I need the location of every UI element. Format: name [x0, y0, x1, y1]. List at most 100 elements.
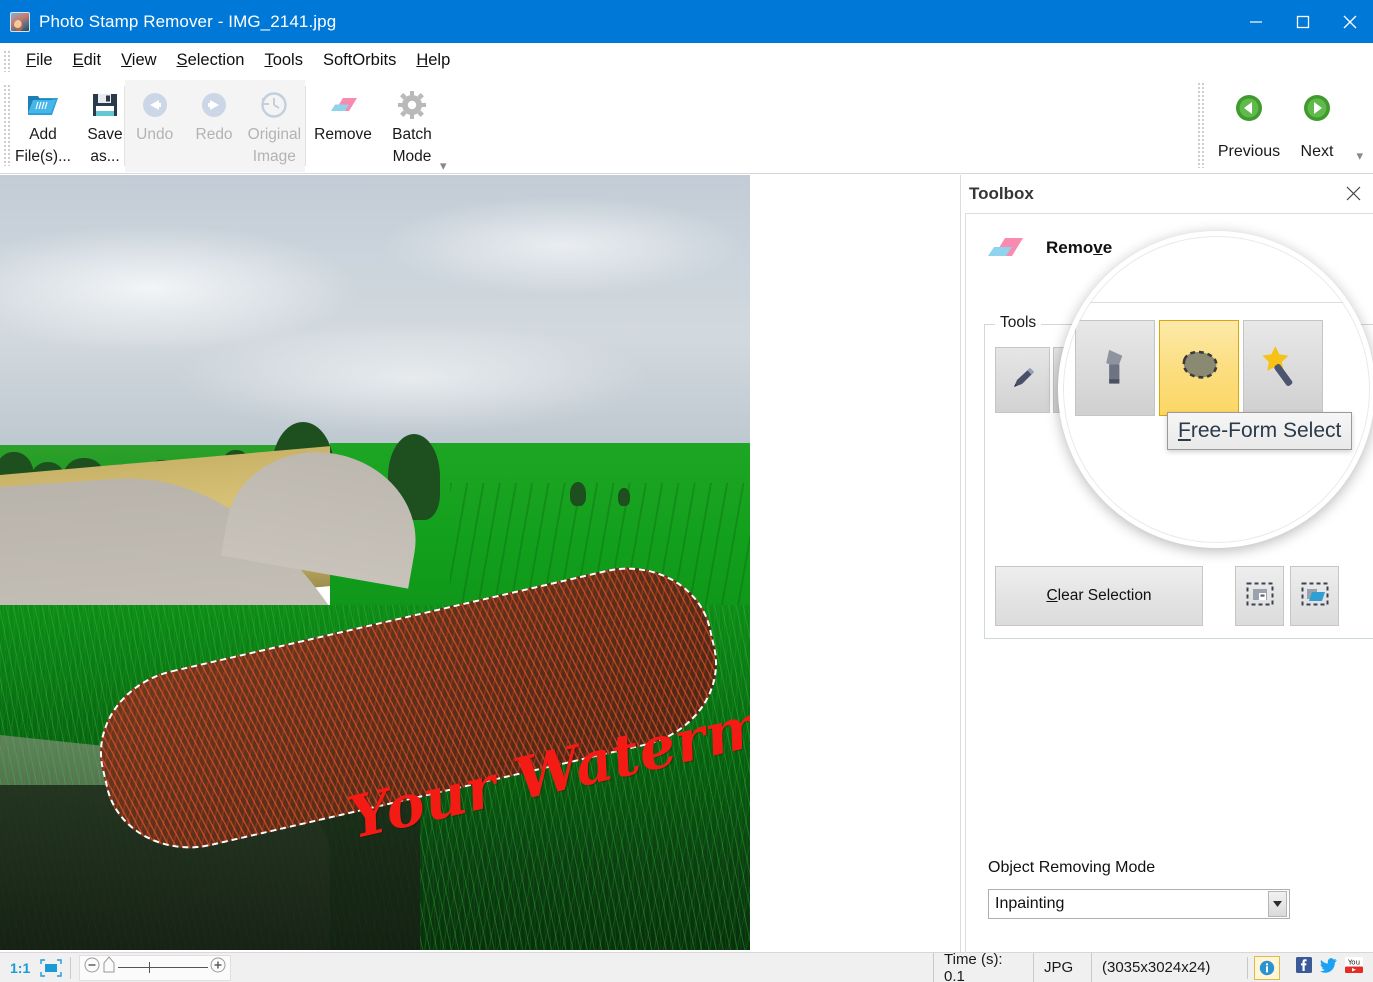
eraser-icon [982, 230, 1026, 266]
tool-tooltip: Free-Form Select [1167, 412, 1353, 450]
status-divider-2 [1247, 956, 1248, 979]
clear-selection-button[interactable]: Clear Selection [995, 566, 1203, 626]
menu-item-view[interactable]: View [111, 48, 166, 73]
magnified-group-border [1063, 302, 1370, 303]
object-removing-mode-select[interactable]: Inpainting [988, 889, 1290, 919]
floppy-save-icon [91, 88, 119, 122]
toolbox-title: Toolbox [969, 184, 1034, 203]
social-links: You [1286, 957, 1373, 978]
menu-item-softorbits[interactable]: SoftOrbits [313, 48, 406, 73]
load-selection-icon [1301, 582, 1329, 611]
load-selection-button[interactable] [1290, 566, 1339, 626]
previous-button[interactable]: Previous [1215, 82, 1283, 168]
youtube-icon[interactable]: You [1345, 957, 1363, 978]
app-photo-icon [10, 11, 30, 32]
nav-overflow-icon[interactable]: ▾ [1356, 148, 1363, 164]
photo-preview[interactable]: Your Watermark [0, 175, 750, 950]
zoom-in-icon[interactable] [210, 957, 226, 978]
original-image-label: Original Image [247, 126, 302, 166]
batch-mode-button[interactable]: Batch Mode [378, 80, 446, 169]
ribbon-group-file: Add File(s)... Save as... [12, 80, 136, 172]
svg-text:You: You [1347, 958, 1360, 966]
zoom-slider-track[interactable] [118, 962, 209, 973]
title-bar: Photo Stamp Remover - IMG_2141.jpg [0, 0, 1373, 43]
remove-ribbon-label: Remove [314, 126, 372, 143]
magnified-tools-row [1075, 320, 1370, 416]
magnifier-lens [1058, 231, 1373, 548]
time-status: Time (s): 0.1 [933, 951, 1033, 982]
toolbox-close-icon[interactable] [1341, 181, 1365, 205]
application-window: Photo Stamp Remover - IMG_2141.jpg File … [0, 0, 1373, 982]
undo-button[interactable]: Undo [125, 80, 184, 168]
ribbon-group-actions: Remove Batch Mode ▾ [308, 80, 447, 174]
redo-arrow-icon [199, 88, 229, 122]
marker-icon [1093, 344, 1137, 393]
magic-wand-icon [1258, 343, 1308, 394]
window-controls [1232, 0, 1373, 43]
add-files-button[interactable]: Add File(s)... [12, 80, 74, 169]
menu-item-tools[interactable]: Tools [254, 48, 313, 73]
next-label: Next [1300, 143, 1334, 160]
ribbon-toolbar: Add File(s)... Save as... Undo Redo Orig… [0, 78, 1373, 174]
info-icon[interactable] [1254, 955, 1280, 980]
magnified-magic-wand-tool-button[interactable] [1243, 320, 1323, 416]
save-selection-icon [1246, 582, 1274, 611]
nav-gripper-icon[interactable] [1197, 82, 1205, 168]
lasso-icon [1173, 345, 1225, 392]
magnifier-lens-content [1063, 236, 1370, 543]
pencil-tool-button[interactable] [995, 347, 1050, 413]
clear-selection-label: Clear Selection [1046, 587, 1152, 604]
undo-label: Undo [136, 126, 174, 143]
menu-item-file[interactable]: File [16, 48, 63, 73]
pencil-icon [1008, 363, 1038, 398]
original-image-button[interactable]: Original Image [244, 80, 305, 169]
format-status: JPG [1033, 952, 1091, 982]
image-canvas-area[interactable]: Your Watermark [0, 175, 960, 952]
menu-item-selection[interactable]: Selection [167, 48, 255, 73]
status-divider-1 [70, 956, 72, 979]
next-button[interactable]: Next [1283, 82, 1351, 168]
facebook-icon[interactable] [1296, 957, 1312, 978]
batch-mode-label: Batch Mode [392, 126, 432, 166]
magnified-free-form-select-tool-button[interactable] [1159, 320, 1239, 416]
selection-actions-row: Clear Selection [995, 566, 1339, 626]
remove-ribbon-button[interactable]: Remove [308, 80, 378, 168]
gear-icon [397, 88, 427, 122]
add-files-label: Add File(s)... [15, 126, 71, 166]
save-as-label: Save as... [87, 126, 123, 166]
green-left-arrow-icon [1235, 94, 1263, 127]
magnified-marker-tool-button[interactable] [1075, 320, 1155, 416]
zoom-slider[interactable] [79, 954, 232, 981]
clock-history-icon [259, 88, 289, 122]
open-folder-icon [26, 88, 60, 122]
menu-item-edit[interactable]: Edit [63, 48, 111, 73]
maximize-button[interactable] [1279, 0, 1326, 43]
ribbon-gripper-icon[interactable] [3, 84, 12, 166]
zoom-slider-thumb[interactable] [102, 956, 116, 979]
menu-item-help[interactable]: Help [406, 48, 460, 73]
eraser-icon [326, 88, 360, 122]
ribbon-group-history: Undo Redo Original Image [125, 80, 305, 172]
previous-label: Previous [1217, 143, 1281, 160]
photo-sky [0, 175, 750, 457]
zoom-out-icon[interactable] [84, 957, 100, 978]
fit-to-window-icon[interactable] [40, 958, 62, 977]
save-selection-button[interactable] [1235, 566, 1284, 626]
zoom-ratio-label[interactable]: 1:1 [10, 960, 30, 976]
toolbox-header: Toolbox [961, 175, 1373, 213]
object-removing-mode-label: Object Removing Mode [988, 859, 1156, 876]
twitter-icon[interactable] [1320, 957, 1337, 978]
ribbon-overflow-icon[interactable]: ▾ [440, 158, 447, 174]
green-right-arrow-icon [1303, 94, 1331, 127]
chevron-down-icon[interactable] [1268, 891, 1287, 917]
close-button[interactable] [1326, 0, 1373, 43]
tool-tooltip-text: Free-Form Select [1178, 419, 1342, 442]
minimize-button[interactable] [1232, 0, 1279, 43]
magnified-tools-gap [1327, 320, 1370, 416]
ribbon-separator-2 [305, 86, 306, 166]
tools-group-label: Tools [995, 314, 1042, 332]
object-removing-mode-value: Inpainting [995, 895, 1065, 912]
menu-gripper-icon[interactable] [3, 49, 12, 72]
dimensions-status: (3035x3024x24) [1091, 952, 1241, 982]
redo-button[interactable]: Redo [184, 80, 243, 168]
